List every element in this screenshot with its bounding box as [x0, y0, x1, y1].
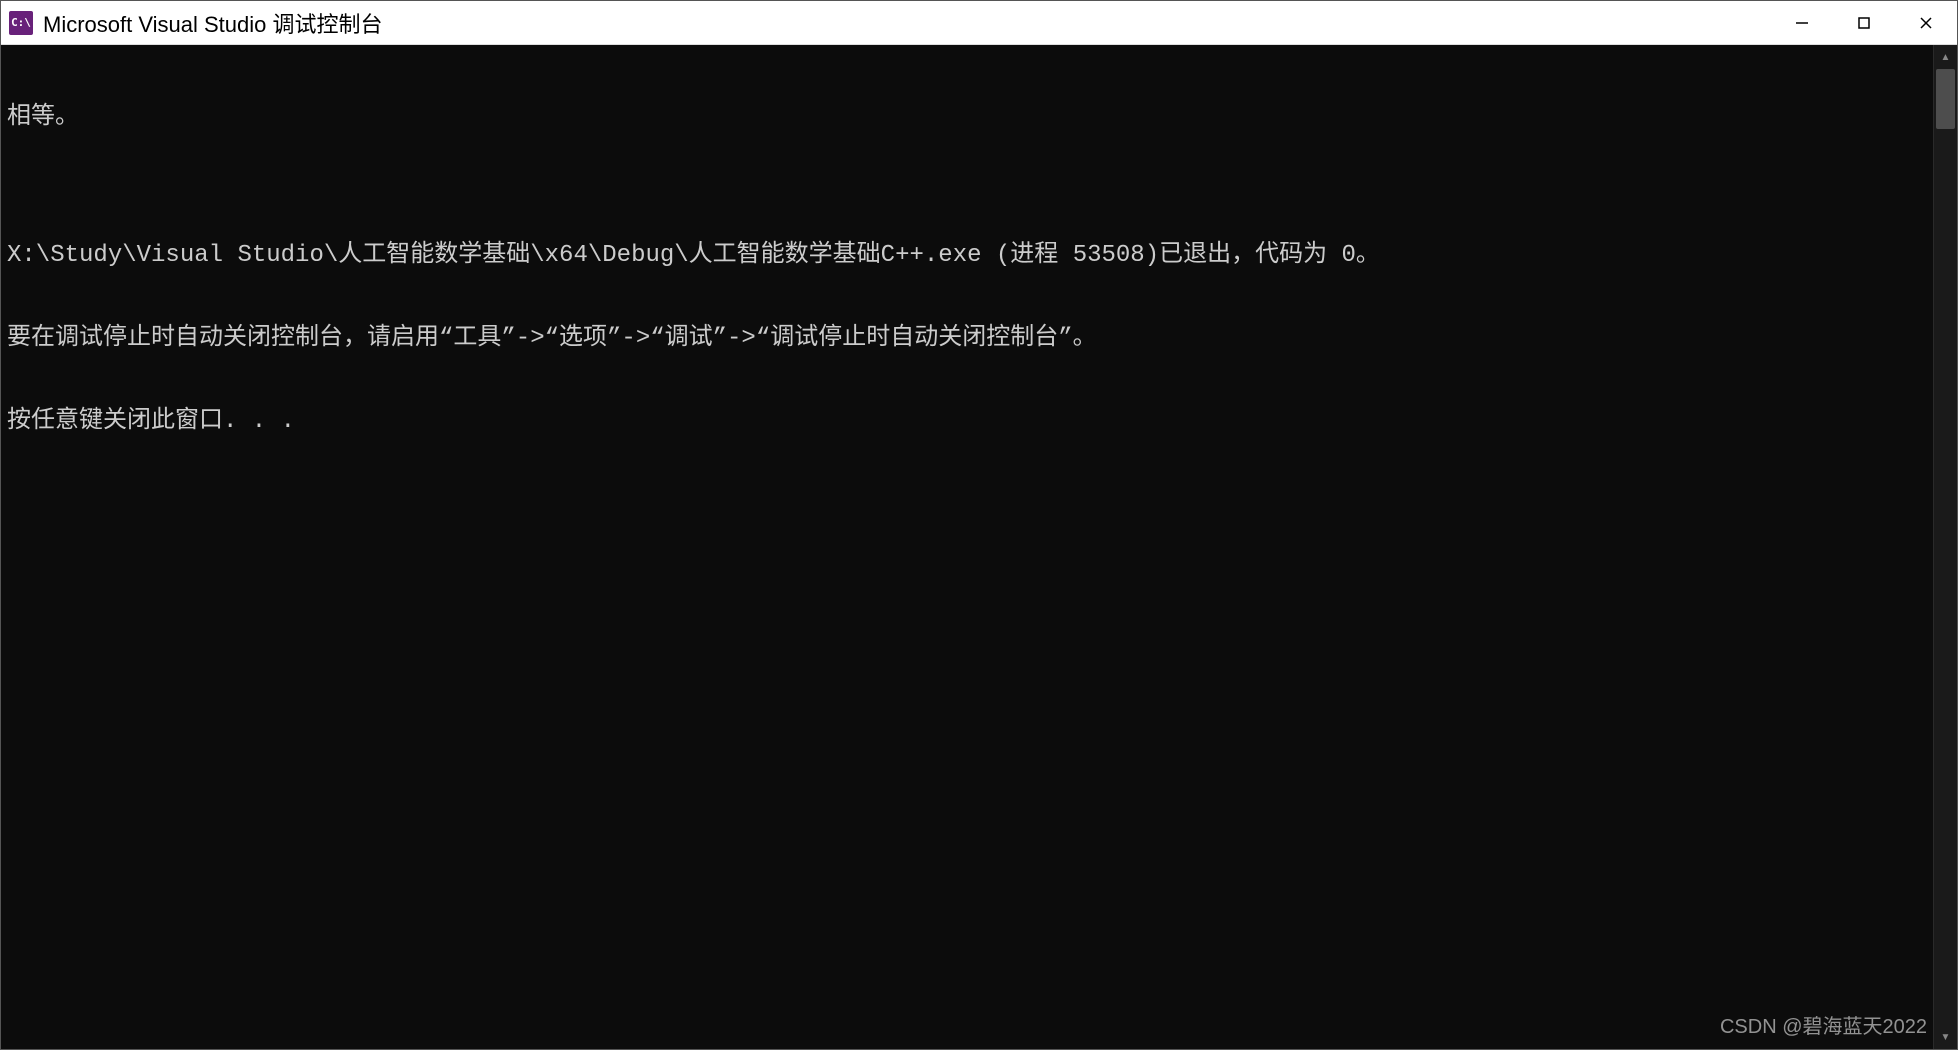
minimize-icon — [1795, 16, 1809, 30]
maximize-icon — [1857, 16, 1871, 30]
console-line: X:\Study\Visual Studio\人工智能数学基础\x64\Debu… — [7, 242, 1927, 270]
close-button[interactable] — [1895, 1, 1957, 44]
console-line: 相等。 — [7, 104, 1927, 132]
maximize-button[interactable] — [1833, 1, 1895, 44]
vertical-scrollbar[interactable]: ▲ ▼ — [1933, 45, 1957, 1049]
console-line: 要在调试停止时自动关闭控制台，请启用“工具”->“选项”->“调试”->“调试停… — [7, 325, 1927, 353]
minimize-button[interactable] — [1771, 1, 1833, 44]
console-output[interactable]: 相等。 X:\Study\Visual Studio\人工智能数学基础\x64\… — [1, 45, 1933, 1049]
titlebar[interactable]: C:\ Microsoft Visual Studio 调试控制台 — [1, 1, 1957, 45]
window-title: Microsoft Visual Studio 调试控制台 — [43, 7, 1771, 39]
app-icon: C:\ — [9, 11, 33, 35]
scroll-up-arrow-icon[interactable]: ▲ — [1934, 45, 1957, 69]
scroll-thumb[interactable] — [1936, 69, 1955, 129]
console-area: 相等。 X:\Study\Visual Studio\人工智能数学基础\x64\… — [1, 45, 1957, 1049]
window-controls — [1771, 1, 1957, 44]
close-icon — [1919, 16, 1933, 30]
console-line: 按任意键关闭此窗口. . . — [7, 408, 1927, 436]
watermark-text: CSDN @碧海蓝天2022 — [1720, 1010, 1927, 1039]
scroll-down-arrow-icon[interactable]: ▼ — [1934, 1025, 1957, 1049]
console-window: C:\ Microsoft Visual Studio 调试控制台 相等。 X:… — [0, 0, 1958, 1050]
